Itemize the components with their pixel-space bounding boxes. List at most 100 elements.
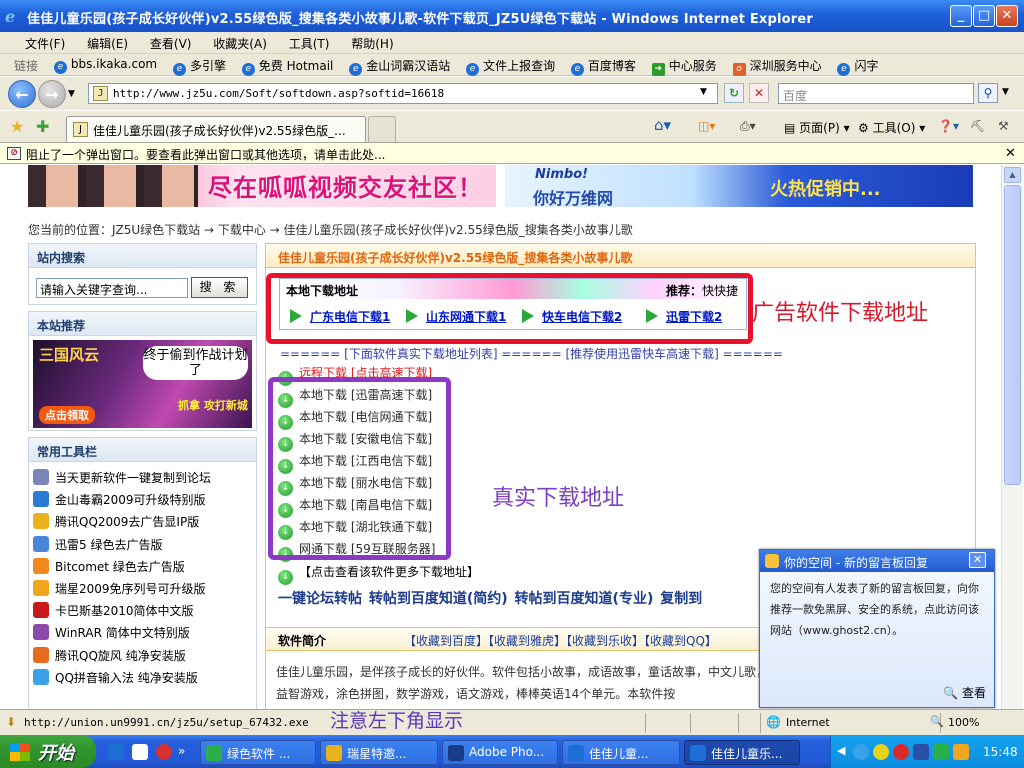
taskbar-button[interactable]: 佳佳儿童... (562, 740, 680, 765)
search-input[interactable]: 百度 (778, 83, 974, 104)
favorites-star-icon[interactable]: ★ (10, 117, 24, 136)
taskbar-button[interactable]: 佳佳儿童乐... (684, 740, 800, 765)
add-favorite-icon[interactable]: ✚ (36, 117, 49, 136)
close-infobar-icon[interactable]: ✕ (1005, 146, 1016, 161)
tool-item[interactable]: QQ拼音输入法 纯净安装版 (33, 668, 198, 691)
security-tray-icon[interactable] (913, 744, 929, 760)
history-dropdown-icon[interactable]: ▼ (68, 89, 75, 99)
tool-item[interactable]: 卡巴斯基2010简体中文版 (33, 602, 194, 624)
link-item[interactable]: e 闪字 (831, 54, 884, 79)
volume-tray-icon[interactable] (953, 744, 969, 760)
link-item[interactable]: ➜ 中心服务 (646, 54, 723, 79)
tool-icon (33, 469, 49, 485)
notification-popup[interactable]: 你的空间 - 新的留言板回复 ✕ 您的空间有人发表了新的留言板回复，向你推荐一款… (759, 549, 995, 708)
zoom-level[interactable]: 100% (948, 716, 979, 729)
feeds-icon[interactable]: ◫▾ (698, 119, 715, 133)
tab-active[interactable]: J 佳佳儿童乐园(孩子成长好伙伴)v2.55绿色版_... (66, 116, 366, 142)
blocked-popup-icon: ⊘ (7, 147, 21, 160)
share-links[interactable]: 一键论坛转帖 转帖到百度知道(简约) 转帖到百度知道(专业) 复制到 (278, 588, 702, 608)
link-item[interactable]: e 多引擎 (167, 54, 232, 79)
notification-body[interactable]: 您的空间有人发表了新的留言板回复，向你推荐一款免黑屏、安全的系统，点此访问该网站… (760, 572, 994, 641)
tools-menu[interactable]: ⚙ 工具(O) ▾ (858, 119, 925, 136)
link-item[interactable]: e bbs.ikaka.com (48, 54, 163, 77)
address-dropdown-icon[interactable]: ▼ (700, 87, 707, 97)
new-tab-button[interactable] (368, 116, 396, 142)
print-icon[interactable]: ⎙▾ (740, 119, 756, 134)
back-button[interactable]: ← (8, 80, 36, 108)
taskbar-button[interactable]: 绿色软件 ... (200, 740, 316, 765)
favorite-links[interactable]: 【收藏到百度】【收藏到雅虎】【收藏到乐收】【收藏到QQ】 (404, 632, 717, 649)
tool-item[interactable]: 金山毒霸2009可升级特别版 (33, 491, 206, 513)
minimize-button[interactable]: _ (950, 5, 972, 27)
menu-view[interactable]: 查看(V) (143, 32, 199, 55)
tool-item[interactable]: 腾讯QQ2009去广告显IP版 (33, 513, 199, 535)
popup-blocker-bar[interactable]: ⊘ 阻止了一个弹出窗口。要查看此弹出窗口或其他选项，请单击此处... (0, 143, 1024, 164)
tool-item[interactable]: 瑞星2009免序列号可升级版 (33, 580, 206, 602)
taskbar-button[interactable]: Adobe Pho... (442, 740, 558, 765)
search-icon[interactable]: ⚲ (978, 83, 998, 103)
close-button[interactable]: ✕ (996, 5, 1018, 27)
tool-item[interactable]: 迅雷5 绿色去广告版 (33, 535, 162, 558)
ie-page-icon: e (570, 63, 584, 76)
recommend-ad-image[interactable]: 三国风云 终于偷到作战计划了 抓拿 攻打新城 点击领取 (33, 340, 252, 428)
maximize-button[interactable]: □ (973, 5, 995, 27)
tool-item[interactable]: Bitcomet 绿色去广告版 (33, 557, 185, 580)
menu-tools[interactable]: 工具(T) (282, 32, 337, 55)
antivirus-tray-icon[interactable] (893, 744, 909, 760)
page-icon: ▤ (784, 121, 800, 135)
link-item[interactable]: e 百度博客 (565, 54, 642, 79)
home-icon[interactable]: ⌂▾ (654, 116, 671, 134)
tool-item[interactable]: WinRAR 简体中文特别版 (33, 624, 190, 646)
links-label: 链接 (14, 59, 39, 73)
scroll-thumb[interactable] (1004, 185, 1021, 485)
download-list-separator: ====== [下面软件真实下载地址列表] ====== [推荐使用迅雷快车高速… (280, 347, 783, 361)
vertical-scrollbar[interactable]: ▲ (1001, 165, 1023, 709)
link-item[interactable]: e 免费 Hotmail (236, 54, 340, 79)
menu-file[interactable]: 文件(F) (18, 32, 72, 55)
link-item[interactable]: e 金山词霸汉语站 (343, 54, 456, 79)
banner-ad-right[interactable]: Nimbo! 你好万维网 火热促销中... (505, 165, 973, 208)
tool-item[interactable]: 腾讯QQ旋风 纯净安装版 (33, 646, 186, 669)
menu-edit[interactable]: 编辑(E) (80, 32, 135, 55)
more-download-link[interactable]: ↓ 【点击查看该软件更多下载地址】 (278, 563, 479, 585)
scroll-up-icon[interactable]: ▲ (1004, 167, 1021, 183)
app-tray-icon[interactable] (933, 744, 949, 760)
opera-quicklaunch-icon[interactable] (156, 744, 172, 760)
site-search-input[interactable]: 请输入关键字查询... (36, 278, 188, 298)
network-tray-icon[interactable] (853, 744, 869, 760)
notification-close-button[interactable]: ✕ (969, 552, 986, 568)
forward-button[interactable]: → (38, 80, 66, 108)
window-titlebar[interactable]: e 佳佳儿童乐园(孩子成长好伙伴)v2.55绿色版_搜集各类小故事儿歌-软件下载… (0, 0, 1024, 32)
help-icon[interactable]: ❓▾ (938, 119, 959, 133)
qq-tray-icon[interactable] (873, 744, 889, 760)
tool-label: 瑞星2009免序列号可升级版 (55, 582, 206, 596)
quicklaunch-more-icon[interactable]: » (178, 744, 186, 760)
messenger-quicklaunch-icon[interactable] (132, 744, 148, 760)
link-item[interactable]: o 深圳服务中心 (727, 54, 828, 79)
clock[interactable]: 15:48 (983, 745, 1018, 759)
ie-quicklaunch-icon[interactable] (108, 744, 124, 760)
refresh-icon[interactable]: ↻ (724, 83, 744, 103)
tool-item[interactable]: 当天更新软件一键复制到论坛 (33, 469, 211, 491)
page-menu[interactable]: ▤ 页面(P) ▾ (784, 119, 850, 136)
site-search-button[interactable]: 搜 索 (191, 277, 248, 298)
banner-ad-left[interactable]: 尽在呱呱视频交友社区！ (28, 165, 496, 207)
site-favicon: J (73, 122, 88, 137)
start-button[interactable]: 开始 (0, 735, 96, 768)
link-item[interactable]: e 文件上报查询 (460, 54, 561, 79)
address-input[interactable]: J http://www.jz5u.com/Soft/softdown.asp?… (88, 83, 718, 104)
security-zone[interactable]: Internet (786, 716, 830, 729)
research-icon[interactable]: ⛏ (970, 119, 985, 133)
extension-icon[interactable]: ⚒ (998, 119, 1009, 133)
breadcrumb[interactable]: 您当前的位置：JZ5U绿色下载站 → 下载中心 → 佳佳儿童乐园(孩子成长好伙伴… (28, 221, 633, 238)
window-title: 佳佳儿童乐园(孩子成长好伙伴)v2.55绿色版_搜集各类小故事儿歌-软件下载页_… (27, 12, 814, 27)
tray-expand-icon[interactable]: ◀ (837, 744, 845, 757)
menu-help[interactable]: 帮助(H) (344, 32, 400, 55)
stop-icon[interactable]: ✕ (749, 83, 769, 103)
taskbar-button[interactable]: 瑞星特邀... (320, 740, 438, 765)
notification-view-button[interactable]: 🔍 查看 (943, 684, 986, 701)
real-links-annotation: 真实下载地址 (492, 486, 625, 511)
menu-favorites[interactable]: 收藏夹(A) (206, 32, 274, 55)
search-options-icon[interactable]: ▼ (1002, 87, 1009, 97)
zoom-icon[interactable]: 🔍 (930, 715, 944, 728)
